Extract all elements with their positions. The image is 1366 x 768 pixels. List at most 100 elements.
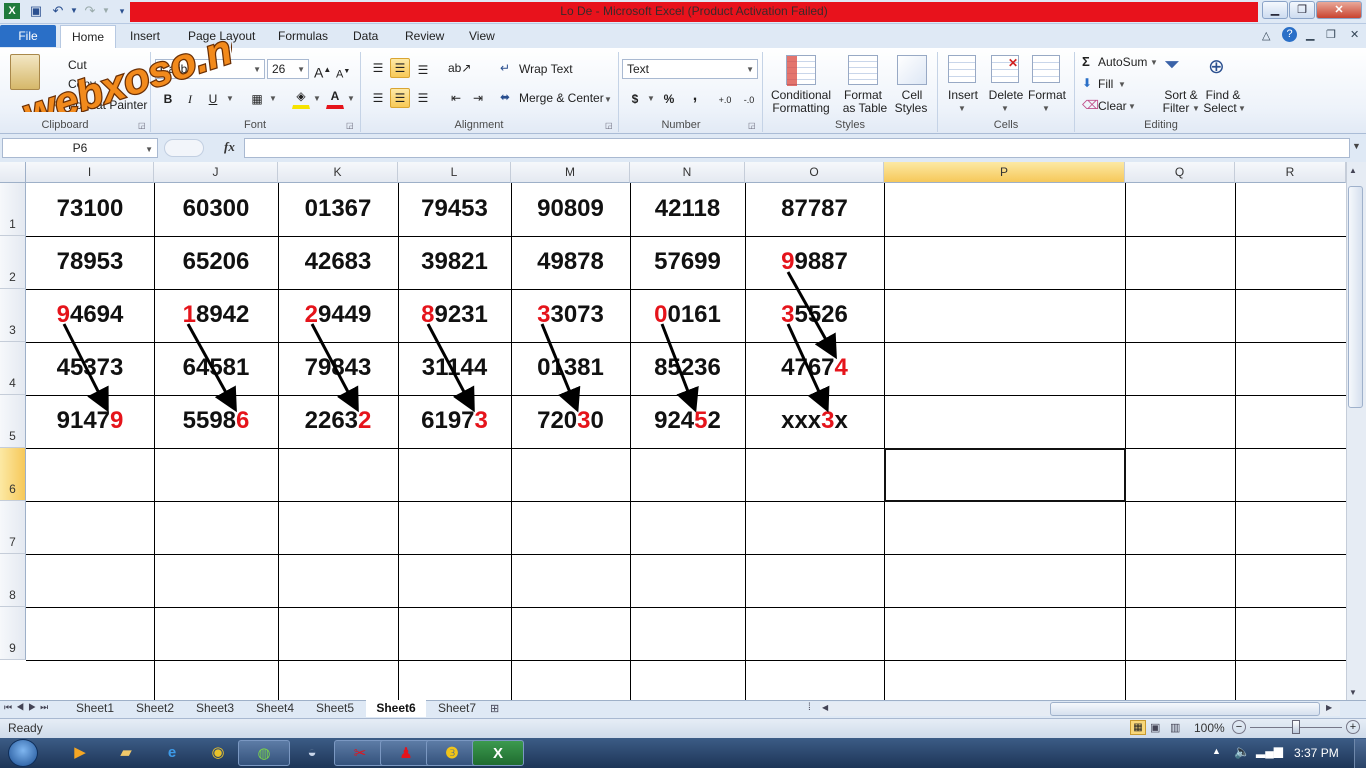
number-format-select[interactable]: Text ▼ <box>622 59 758 79</box>
format-cells-button[interactable]: Format <box>1026 88 1068 102</box>
page-break-view-icon[interactable]: ▥ <box>1170 721 1180 734</box>
percent-button[interactable]: % <box>661 89 677 109</box>
align-bottom-icon[interactable]: ☰ <box>413 60 433 80</box>
copy-button[interactable]: Copy <box>68 77 96 91</box>
decrease-indent-icon[interactable]: ⇤ <box>446 88 466 108</box>
undo-icon[interactable]: ↶ <box>50 3 66 19</box>
doc-minimize-icon[interactable]: ▁ <box>1306 28 1314 41</box>
tab-file[interactable]: File <box>0 25 56 47</box>
volume-icon[interactable]: 🔈 <box>1234 744 1250 760</box>
zoom-out-icon[interactable]: − <box>1232 720 1246 734</box>
insert-cells-icon[interactable] <box>948 55 976 83</box>
sort-dropdown-icon[interactable]: ▼ <box>1192 104 1200 113</box>
excel-taskbar-icon[interactable]: X <box>472 740 524 766</box>
doc-close-icon[interactable]: ✕ <box>1350 28 1359 41</box>
app-green-icon[interactable]: ◍ <box>238 740 290 766</box>
delete-cells-button[interactable]: Delete <box>986 88 1026 102</box>
file-explorer-icon[interactable]: ▰ <box>100 740 152 766</box>
format-dropdown-icon[interactable]: ▼ <box>1042 104 1050 113</box>
undo-dropdown-icon[interactable]: ▼ <box>66 3 82 19</box>
font-name-select[interactable]: Calibri ▼ <box>155 59 265 79</box>
format-as-table-icon[interactable] <box>848 55 878 85</box>
tab-view[interactable]: View <box>469 29 495 43</box>
formula-input[interactable] <box>244 138 1350 158</box>
tab-formulas[interactable]: Formulas <box>278 29 328 43</box>
conditional-formatting-label-2[interactable]: Formatting <box>768 101 834 115</box>
fill-dropdown-icon[interactable]: ▼ <box>1118 80 1126 89</box>
tab-home[interactable]: Home <box>60 25 116 49</box>
sort-filter-label-1[interactable]: Sort & <box>1160 88 1202 102</box>
sheet-tab-sheet5[interactable]: Sheet5 <box>306 700 364 717</box>
cell-styles-icon[interactable] <box>897 55 927 85</box>
conditional-formatting-icon[interactable] <box>786 55 816 86</box>
delete-cells-icon[interactable]: ✕ <box>991 55 1019 83</box>
tab-review[interactable]: Review <box>405 29 444 43</box>
alignment-launcher-icon[interactable]: ◲ <box>605 121 613 130</box>
sheet-nav-icons[interactable]: ⏮◀▶⏭ <box>4 702 52 713</box>
customize-qat-icon[interactable]: ▾ <box>114 3 130 19</box>
scroll-left-icon[interactable]: ◀ <box>822 703 828 712</box>
clear-dropdown-icon[interactable]: ▼ <box>1128 102 1136 111</box>
clock[interactable]: 3:37 PM <box>1294 746 1339 760</box>
ribbon-minimize-icon[interactable]: △ <box>1262 29 1270 42</box>
formula-bar-expand-handle[interactable] <box>164 139 204 157</box>
sheet-tab-sheet3[interactable]: Sheet3 <box>186 700 244 717</box>
tab-page-layout[interactable]: Page Layout <box>188 29 255 43</box>
network-icon[interactable]: ▂▄▆ <box>1256 744 1283 758</box>
fill-button[interactable]: Fill <box>1098 77 1113 91</box>
fill-color-dropdown-icon[interactable]: ▼ <box>313 94 321 103</box>
close-button[interactable]: ✕ <box>1316 1 1362 19</box>
normal-view-icon[interactable]: ▦ <box>1130 720 1146 735</box>
scroll-right-icon[interactable]: ▶ <box>1326 703 1332 712</box>
insert-dropdown-icon[interactable]: ▼ <box>958 104 966 113</box>
split-handle-icon[interactable]: ⁞ <box>808 702 811 713</box>
font-color-icon[interactable]: A <box>326 86 344 109</box>
align-middle-icon[interactable]: ☰ <box>390 58 410 78</box>
sheet-tab-sheet6[interactable]: Sheet6 <box>366 700 426 717</box>
clipboard-launcher-icon[interactable]: ◲ <box>138 121 146 130</box>
app-figure-icon[interactable]: ♟ <box>380 740 432 766</box>
delete-dropdown-icon[interactable]: ▼ <box>1001 104 1009 113</box>
zoom-slider-thumb[interactable] <box>1292 720 1300 734</box>
sheet-tab-sheet4[interactable]: Sheet4 <box>246 700 304 717</box>
align-left-icon[interactable]: ☰ <box>368 88 388 108</box>
underline-dropdown-icon[interactable]: ▼ <box>226 94 234 103</box>
zoom-in-icon[interactable]: + <box>1346 720 1360 734</box>
save-icon[interactable]: ▣ <box>28 3 44 19</box>
comma-button[interactable]: , <box>689 86 701 106</box>
sort-filter-label-2[interactable]: Filter <box>1158 101 1194 115</box>
doc-restore-icon[interactable]: ❐ <box>1326 28 1336 41</box>
underline-button[interactable]: U <box>205 89 221 109</box>
sort-filter-icon[interactable]: ⏷ <box>1164 54 1180 77</box>
align-right-icon[interactable]: ☰ <box>413 88 433 108</box>
font-size-select[interactable]: 26 ▼ <box>267 59 309 79</box>
format-as-table-label-2[interactable]: as Table <box>838 101 892 115</box>
cell-styles-label-1[interactable]: Cell <box>895 88 929 102</box>
find-dropdown-icon[interactable]: ▼ <box>1238 104 1246 113</box>
binoculars-icon[interactable]: ⊕ <box>1208 54 1225 79</box>
conditional-formatting-label-1[interactable]: Conditional <box>770 88 832 102</box>
app-shield-icon[interactable]: ◒ <box>286 740 338 766</box>
app-red-icon[interactable]: ✂ <box>334 740 386 766</box>
merge-dropdown-icon[interactable]: ▼ <box>604 95 612 104</box>
media-player-icon[interactable]: ▶ <box>54 740 106 766</box>
vertical-scroll-thumb[interactable] <box>1348 186 1363 408</box>
font-launcher-icon[interactable]: ◲ <box>346 121 354 130</box>
format-cells-icon[interactable] <box>1032 55 1060 83</box>
format-painter-button[interactable]: Format Painter <box>68 98 147 112</box>
align-top-icon[interactable]: ☰ <box>368 58 388 78</box>
insert-cells-button[interactable]: Insert <box>944 88 982 102</box>
find-select-label-1[interactable]: Find & <box>1202 88 1244 102</box>
help-icon[interactable]: ? <box>1282 27 1297 42</box>
borders-icon[interactable]: ▦ <box>248 89 266 109</box>
internet-explorer-icon[interactable]: e <box>146 740 198 766</box>
horizontal-scroll-thumb[interactable] <box>1050 702 1320 716</box>
start-button-icon[interactable] <box>8 739 38 767</box>
show-desktop-button[interactable] <box>1354 739 1366 768</box>
increase-decimal-button[interactable]: +.0 <box>714 90 736 110</box>
align-center-icon[interactable]: ☰ <box>390 88 410 108</box>
minimize-button[interactable]: ▁ <box>1262 1 1288 19</box>
paste-icon[interactable] <box>10 54 40 90</box>
sheet-tab-sheet1[interactable]: Sheet1 <box>66 700 124 717</box>
scroll-down-icon[interactable]: ▼ <box>1349 688 1357 697</box>
